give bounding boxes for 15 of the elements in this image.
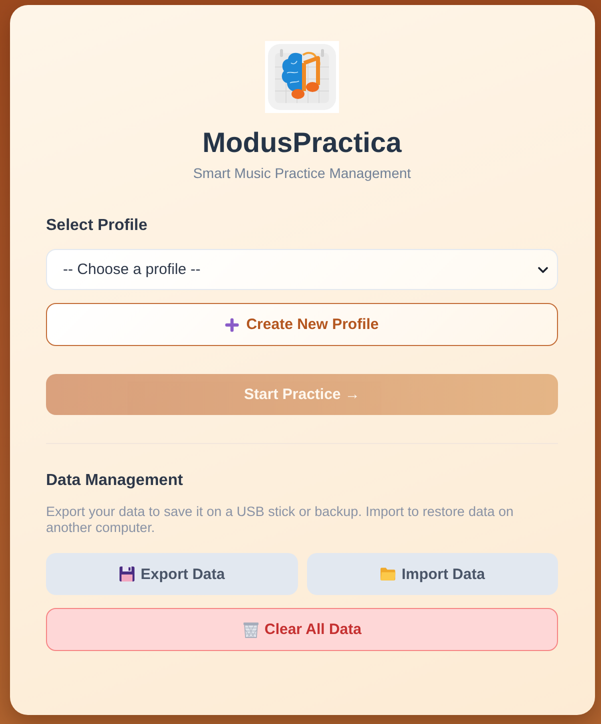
select-profile-label: Select Profile bbox=[46, 216, 148, 236]
clear-data-button[interactable]: Clear All Data bbox=[46, 608, 558, 651]
import-data-button[interactable]: Import Data bbox=[306, 553, 558, 595]
profile-select[interactable]: -- Choose a profile -- bbox=[46, 249, 558, 290]
data-management-description: Export your data to save it on a USB stick or backup. Import to restore data on another computer. bbox=[46, 504, 514, 536]
create-profile-button[interactable]: Create New Profile bbox=[46, 303, 558, 346]
chevron-down-icon bbox=[538, 266, 548, 272]
folder-icon bbox=[380, 567, 396, 581]
brain-and-note-logo-icon bbox=[265, 41, 339, 113]
plus-icon bbox=[225, 318, 240, 332]
data-management-heading: Data Management bbox=[46, 471, 184, 491]
app-title: ModusPractica bbox=[202, 127, 402, 159]
wastebasket-icon bbox=[242, 622, 258, 638]
app-subtitle: Smart Music Practice Management bbox=[193, 164, 411, 182]
export-data-button[interactable]: Export Data bbox=[46, 553, 298, 595]
